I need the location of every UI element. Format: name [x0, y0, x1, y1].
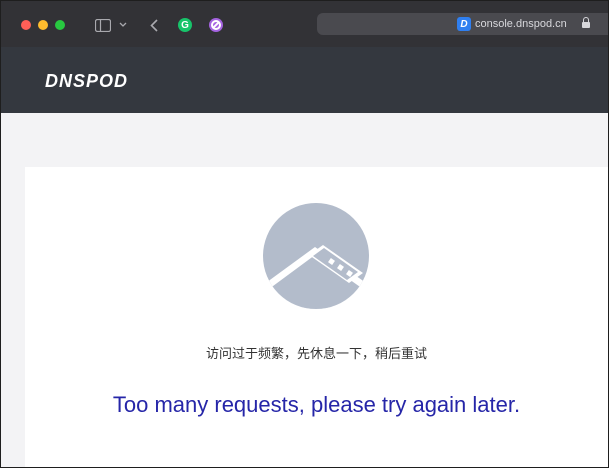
site-favicon-icon: D	[457, 17, 471, 31]
site-header: DNSPOD	[1, 47, 608, 113]
lock-icon	[582, 17, 590, 28]
broken-window-icon	[263, 203, 369, 309]
blocker-icon[interactable]	[209, 18, 223, 32]
error-message-english: Too many requests, please try again late…	[112, 392, 521, 417]
error-card: 访问过于频繁，先休息一下，稍后重试 Too many requests, ple…	[25, 167, 608, 467]
back-icon[interactable]	[147, 15, 161, 35]
minimize-window-button[interactable]	[38, 20, 48, 30]
error-message-chinese: 访问过于频繁，先休息一下，稍后重试	[205, 347, 427, 362]
url-text: console.dnspod.cn	[475, 18, 567, 30]
dnspod-logo[interactable]: DNSPOD	[45, 71, 128, 92]
grammarly-icon[interactable]: G	[178, 18, 192, 32]
address-bar[interactable]: D console.dnspod.cn	[317, 13, 608, 35]
browser-toolbar: G D console.dnspod.cn	[1, 1, 608, 47]
close-window-button[interactable]	[21, 20, 31, 30]
browser-window: G D console.dnspod.cn DNSPOD 访问过于频繁，先休息一…	[0, 0, 609, 468]
sidebar-icon[interactable]	[94, 15, 112, 35]
maximize-window-button[interactable]	[55, 20, 65, 30]
chevron-down-icon[interactable]	[117, 15, 129, 35]
